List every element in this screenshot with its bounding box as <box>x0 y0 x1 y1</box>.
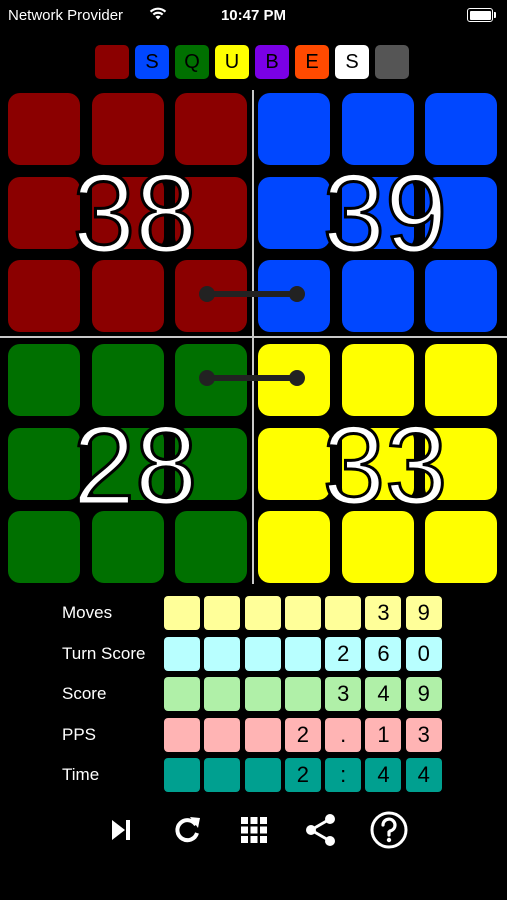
score-top-right: 39 <box>321 151 449 276</box>
digit-cell <box>204 758 241 793</box>
digit-cell: : <box>325 758 362 793</box>
title-tile: B <box>255 45 289 79</box>
title-tile <box>375 45 409 79</box>
digit-cell <box>204 636 241 671</box>
digit-cell <box>325 596 362 631</box>
digit-cell: 4 <box>405 758 442 793</box>
restart-button[interactable] <box>165 808 209 852</box>
digit-cell <box>164 717 200 752</box>
title-logo: SQUBES <box>95 45 415 79</box>
status-bar: Network Provider 10:47 PM <box>0 0 507 32</box>
digit-cell: 3 <box>365 596 402 631</box>
stat-label: PPS <box>62 724 97 744</box>
toolbar <box>0 808 507 852</box>
stat-row: Turn Score 2 6 0 <box>62 634 446 675</box>
digit-cell: 3 <box>325 677 362 712</box>
stat-label: Moves <box>62 603 113 623</box>
cell-top-left[interactable] <box>8 93 80 165</box>
share-icon <box>306 814 335 846</box>
link-connector-bottom[interactable] <box>199 370 305 386</box>
digit-cell: 9 <box>405 677 442 712</box>
cell-bottom-left[interactable] <box>8 344 80 416</box>
clock: 10:47 PM <box>220 7 287 24</box>
title-tile: S <box>135 45 169 79</box>
digit-cell: 0 <box>405 636 442 671</box>
digit-cell <box>284 636 321 671</box>
grid-icon <box>241 817 267 843</box>
game-board: 38 39 28 33 <box>0 90 507 584</box>
stat-row: Moves 3 9 <box>62 593 446 634</box>
stat-label: Score <box>62 684 107 704</box>
title-tile: U <box>215 45 249 79</box>
digit-cell <box>164 758 200 793</box>
skip-forward-icon <box>112 820 130 840</box>
stat-row: PPS 2. 1 3 <box>62 715 446 756</box>
digit-cell: . <box>325 717 362 752</box>
digit-cell <box>244 596 281 631</box>
link-connector-top[interactable] <box>199 286 305 302</box>
digit-cell <box>164 636 200 671</box>
score-bottom-left: 28 <box>71 403 199 528</box>
cell-top-left[interactable] <box>8 260 80 332</box>
title-tile: S <box>335 45 369 79</box>
digit-cell: 1 <box>365 717 402 752</box>
digit-cell: 4 <box>365 677 402 712</box>
score-top-left: 38 <box>71 151 199 276</box>
digit-cell <box>204 596 241 631</box>
skip-forward-button[interactable] <box>98 808 142 852</box>
digit-cell <box>244 636 281 671</box>
title-tile <box>95 45 129 79</box>
digit-cell: 2 <box>325 636 362 671</box>
title-tile: Q <box>175 45 209 79</box>
digit-cell <box>204 717 241 752</box>
digit-cell <box>284 677 321 712</box>
digit-cell <box>244 717 281 752</box>
share-button[interactable] <box>299 808 343 852</box>
digit-cell <box>164 596 200 631</box>
digit-cell: 2 <box>284 758 321 793</box>
digit-cell: 3 <box>405 717 442 752</box>
cell-top-right[interactable] <box>258 93 330 165</box>
restart-icon <box>175 817 200 843</box>
digit-cell: 4 <box>365 758 402 793</box>
digit-cell <box>244 758 281 793</box>
help-icon <box>370 811 408 849</box>
stat-label: Time <box>62 765 100 785</box>
help-button[interactable] <box>367 808 411 852</box>
stats-panel: Moves 3 9 Turn Score 2 6 0 Score 3 4 9 PPS 2. 1 3 Time 2… <box>62 593 446 796</box>
horizontal-divider <box>0 336 507 338</box>
digit-cell <box>244 677 281 712</box>
digit-cell: 6 <box>365 636 402 671</box>
stat-row: Time 2:4 4 <box>62 755 446 796</box>
title-tile: E <box>295 45 329 79</box>
score-bottom-right: 33 <box>321 403 449 528</box>
digit-cell: 2 <box>284 717 321 752</box>
digit-cell <box>284 596 321 631</box>
digit-cell <box>204 677 241 712</box>
digit-cell <box>164 677 200 712</box>
grid-button[interactable] <box>232 808 276 852</box>
battery-icon <box>467 8 496 22</box>
stat-label: Turn Score <box>62 643 146 663</box>
digit-cell: 9 <box>405 596 442 631</box>
stat-row: Score 3 4 9 <box>62 674 446 715</box>
